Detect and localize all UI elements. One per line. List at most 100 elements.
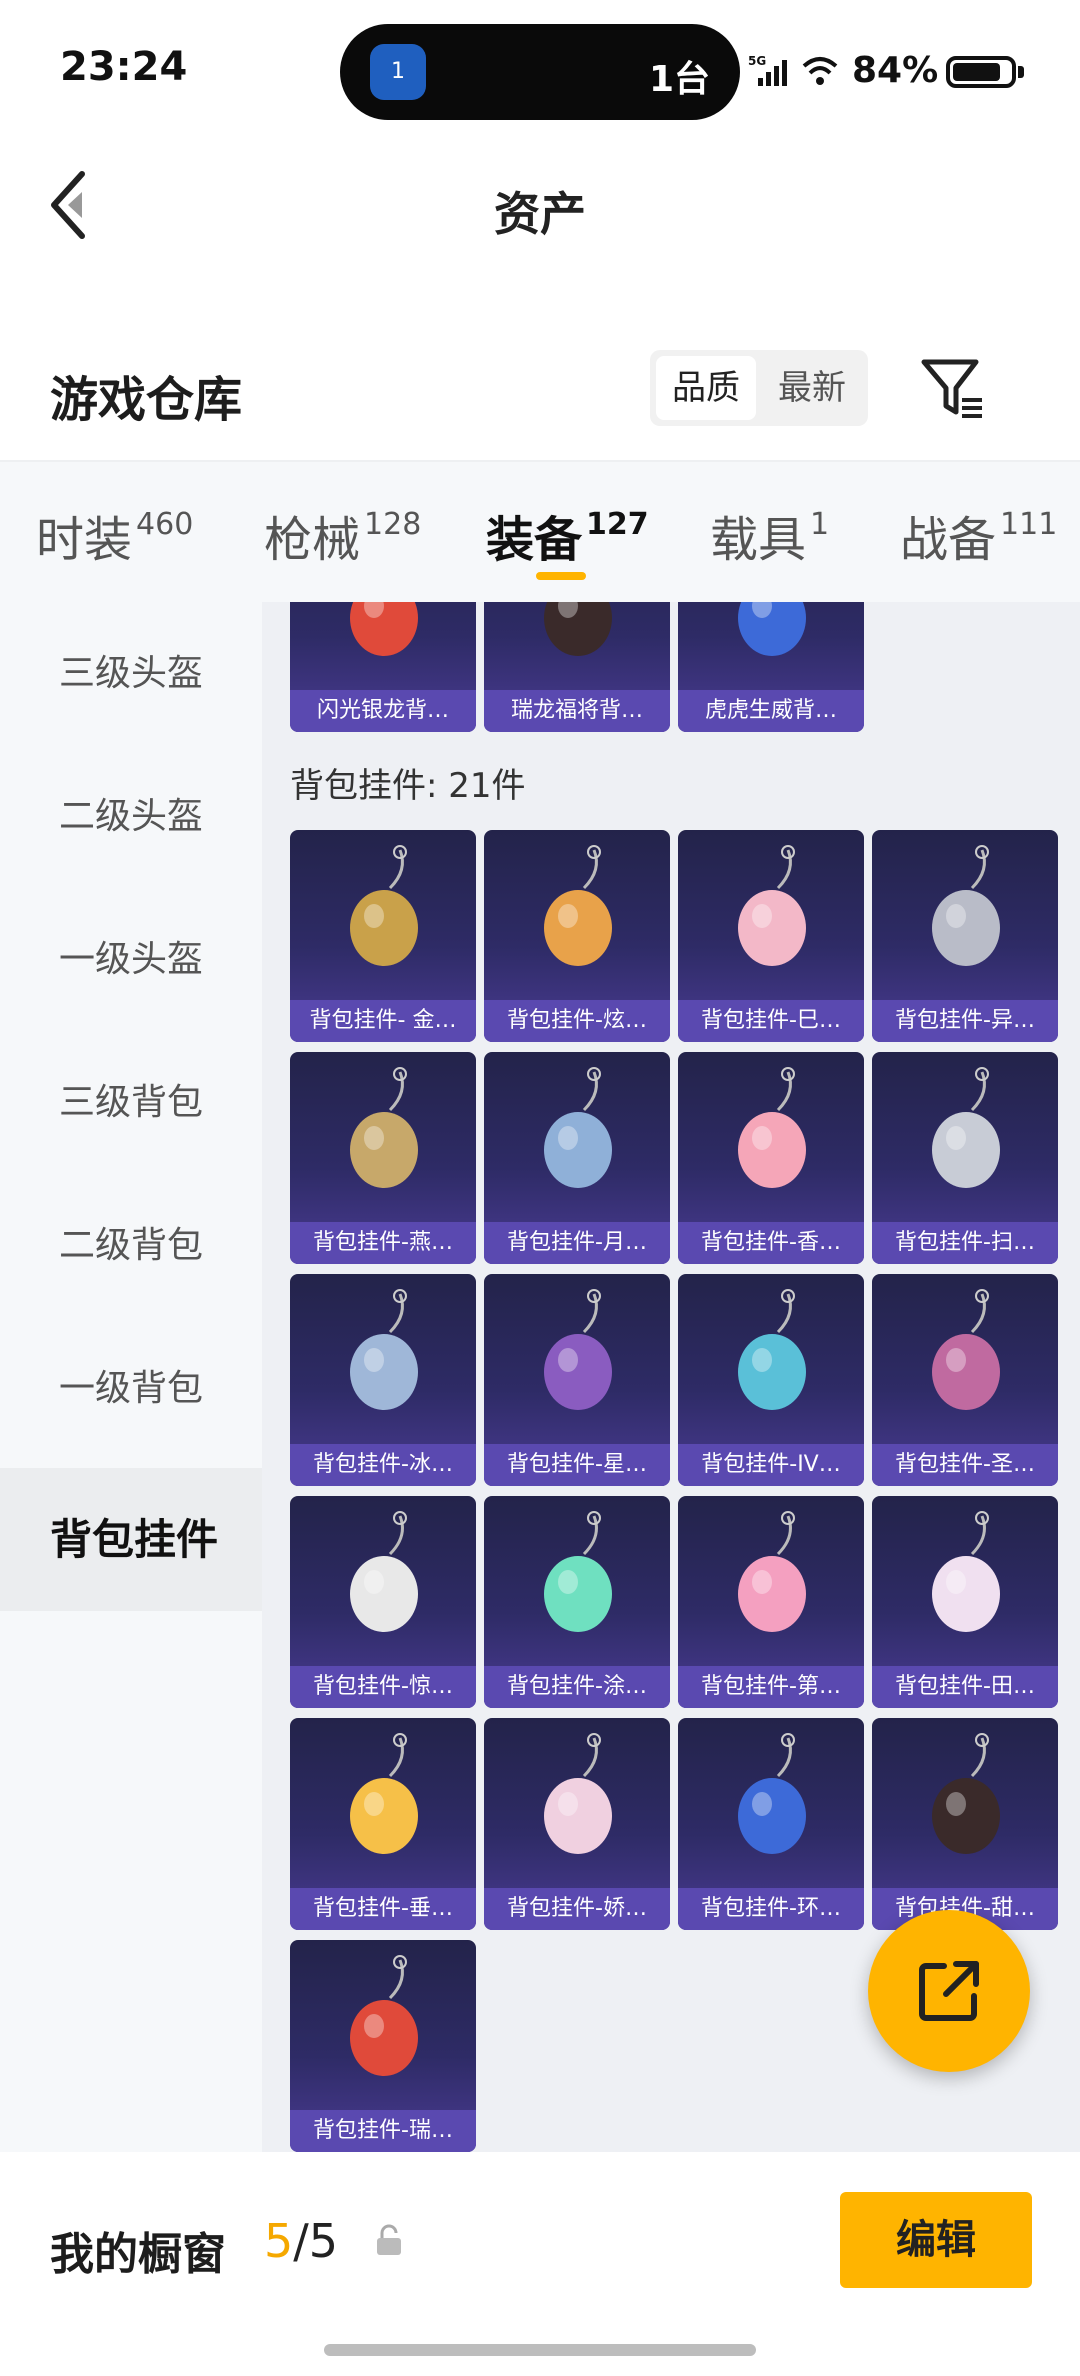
pendant-image <box>350 1733 418 1854</box>
card-label: 背包挂件-香… <box>701 1230 841 1255</box>
pendant-card[interactable]: 背包挂件-IV… <box>678 1274 864 1486</box>
sidebar-item-backpack-3[interactable]: 三级背包 <box>0 1031 262 1174</box>
pendant-card[interactable]: 背包挂件-异… <box>872 830 1058 1042</box>
pendant-card[interactable]: 背包挂件-星… <box>484 1274 670 1486</box>
sidebar-item-helmet-1[interactable]: 一级头盔 <box>0 888 262 1031</box>
card-label: 背包挂件-冰… <box>313 1452 453 1477</box>
tab-vehicles[interactable]: 载具 1 <box>710 500 829 570</box>
pendant-card[interactable]: 背包挂件-涂… <box>484 1496 670 1708</box>
pendant-card[interactable]: 背包挂件-垂… <box>290 1718 476 1930</box>
pendant-card[interactable]: 背包挂件-甜… <box>872 1718 1058 1930</box>
share-button[interactable] <box>868 1910 1030 2072</box>
card-label: 背包挂件- 金… <box>309 1008 457 1033</box>
pendant-image <box>932 1289 1000 1410</box>
pendant-card[interactable]: 背包挂件-瑞… <box>290 1940 476 2152</box>
showcase-count: 5/5 <box>264 2214 339 2268</box>
island-device-count: 1台 <box>648 59 710 100</box>
category-tabs: 时装 460 枪械 128 装备 127 载具 1 战备 111 <box>0 460 1080 602</box>
card-label: 背包挂件-异… <box>895 1008 1035 1033</box>
pendant-card[interactable]: 背包挂件-第… <box>678 1496 864 1708</box>
pendant-image <box>544 1067 612 1188</box>
pendant-image <box>544 1511 612 1632</box>
warehouse-title: 游戏仓库 <box>50 372 243 428</box>
battery-tip <box>1018 66 1024 78</box>
card-label: 背包挂件-月… <box>507 1230 647 1255</box>
card-label: 背包挂件-涂… <box>507 1674 647 1699</box>
pendant-card[interactable]: 背包挂件-巳… <box>678 830 864 1042</box>
pendant-card[interactable]: 背包挂件-娇… <box>484 1718 670 1930</box>
battery-percent: 84% <box>852 50 939 91</box>
edit-button[interactable]: 编辑 <box>840 2192 1032 2288</box>
pendant-image <box>738 845 806 966</box>
pendant-image <box>738 1733 806 1854</box>
tab-weapons[interactable]: 枪械 128 <box>264 500 421 570</box>
share-icon <box>919 1961 979 2021</box>
section-title: 背包挂件: 21件 <box>290 766 526 806</box>
pendant-image <box>350 1289 418 1410</box>
sidebar-item-backpack-1[interactable]: 一级背包 <box>0 1317 262 1460</box>
status-bar: 23:24 1 1台 5G 84% <box>0 0 1080 130</box>
backpack-card[interactable]: 虎虎生威背… <box>678 602 864 732</box>
pendant-image <box>350 845 418 966</box>
pendant-image <box>350 602 418 656</box>
card-label: 背包挂件-惊… <box>313 1674 453 1699</box>
clock: 23:24 <box>60 44 188 90</box>
tab-fashion[interactable]: 时装 460 <box>36 500 193 570</box>
card-label: 闪光银龙背… <box>316 698 449 723</box>
pendant-image <box>544 845 612 966</box>
pendant-image <box>544 602 612 656</box>
subcategory-sidebar: 三级头盔 二级头盔 一级头盔 三级背包 二级背包 一级背包 背包挂件 <box>0 602 262 2152</box>
pendant-card[interactable]: 背包挂件- 金… <box>290 830 476 1042</box>
card-label: 背包挂件-垂… <box>313 1896 453 1921</box>
pendant-image <box>738 1067 806 1188</box>
pendant-card[interactable]: 背包挂件-炫… <box>484 830 670 1042</box>
card-label: 背包挂件-燕… <box>313 1230 453 1255</box>
card-label: 背包挂件-环… <box>701 1896 841 1921</box>
pendant-card[interactable]: 背包挂件-惊… <box>290 1496 476 1708</box>
pendant-image <box>544 1733 612 1854</box>
pendant-card[interactable]: 背包挂件-月… <box>484 1052 670 1264</box>
card-label: 背包挂件-扫… <box>895 1230 1035 1255</box>
sidebar-item-backpack-2[interactable]: 二级背包 <box>0 1174 262 1317</box>
signal-icon <box>758 60 787 86</box>
pendant-image <box>350 1955 418 2076</box>
pendant-card[interactable]: 背包挂件-香… <box>678 1052 864 1264</box>
pendant-card[interactable]: 背包挂件-圣… <box>872 1274 1058 1486</box>
filter-icon[interactable] <box>920 354 984 424</box>
pendant-image <box>932 1511 1000 1632</box>
broadcast-app-icon: 1 <box>370 44 426 100</box>
card-label: 虎虎生威背… <box>704 698 837 723</box>
sort-quality-button[interactable]: 品质 <box>656 356 756 420</box>
card-label: 背包挂件-巳… <box>701 1008 841 1033</box>
pendant-image <box>932 1733 1000 1854</box>
card-label: 背包挂件-娇… <box>507 1896 647 1921</box>
tab-supplies[interactable]: 战备 111 <box>900 500 1057 570</box>
warehouse-header: 游戏仓库 品质 最新 <box>0 330 1080 460</box>
pendant-card[interactable]: 背包挂件-燕… <box>290 1052 476 1264</box>
sidebar-item-pendants[interactable]: 背包挂件 <box>0 1468 262 1611</box>
pendant-image <box>350 1511 418 1632</box>
pendant-card[interactable]: 背包挂件-田… <box>872 1496 1058 1708</box>
pendant-image <box>738 1289 806 1410</box>
backpack-card[interactable]: 瑞龙福将背… <box>484 602 670 732</box>
pendant-image <box>350 1067 418 1188</box>
sort-newest-button[interactable]: 最新 <box>762 356 862 420</box>
card-label: 背包挂件-田… <box>895 1674 1035 1699</box>
pendant-card[interactable]: 背包挂件-扫… <box>872 1052 1058 1264</box>
card-label: 背包挂件-星… <box>507 1452 647 1477</box>
sidebar-item-helmet-3[interactable]: 三级头盔 <box>0 602 262 745</box>
wifi-icon <box>802 57 838 85</box>
battery-icon <box>946 56 1016 88</box>
sidebar-item-helmet-2[interactable]: 二级头盔 <box>0 745 262 888</box>
card-label: 背包挂件-第… <box>701 1674 841 1699</box>
backpack-card[interactable]: 闪光银龙背… <box>290 602 476 732</box>
pendant-image <box>738 602 806 656</box>
pendant-card[interactable]: 背包挂件-环… <box>678 1718 864 1930</box>
lock-icon <box>377 2224 401 2255</box>
card-label: 背包挂件-瑞… <box>313 2118 453 2143</box>
tab-equipment[interactable]: 装备 127 <box>486 500 649 570</box>
pendant-card[interactable]: 背包挂件-冰… <box>290 1274 476 1486</box>
home-indicator[interactable] <box>324 2344 756 2356</box>
dynamic-island[interactable]: 1 1台 <box>340 24 740 120</box>
showcase-bar: 我的橱窗 5/5 编辑 <box>0 2152 1080 2376</box>
